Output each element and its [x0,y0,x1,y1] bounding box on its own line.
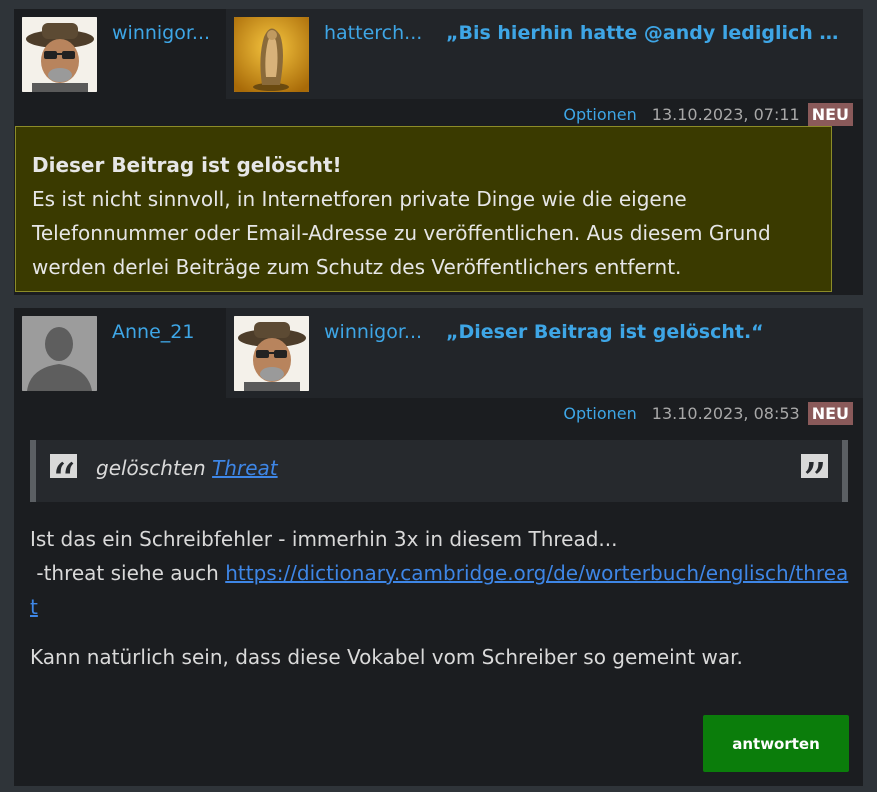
quote-prefix: gelöschten [96,456,206,480]
post-meta: Optionen 13.10.2023, 08:53 NEU [563,401,853,425]
reply-author-name[interactable]: winnigor... [324,321,428,343]
author-name[interactable]: Anne_21 [112,321,216,343]
user-avatar-hat-icon[interactable] [234,316,309,391]
quote-block: “ gelöschten Threat ” [30,440,848,502]
body-line: Ist das ein Schreibfehler - immerhin 3x … [30,527,618,551]
default-user-silhouette-icon[interactable] [22,316,97,391]
new-badge: NEU [807,102,853,126]
post-timestamp: 13.10.2023, 08:53 [651,403,800,423]
post-timestamp: 13.10.2023, 07:11 [651,104,800,124]
post-meta: Optionen 13.10.2023, 07:11 NEU [563,102,853,126]
body-paragraph: Kann natürlich sein, dass diese Vokabel … [30,645,743,669]
reply-quote-link[interactable]: „Dieser Beitrag ist gelöscht.“ [446,321,849,343]
quote-link[interactable]: Threat [212,456,278,480]
reply-context: winnigor... „Dieser Beitrag ist gelöscht… [226,308,863,398]
post-body: Ist das ein Schreibfehler - immerhin 3x … [30,522,850,674]
post-author: Anne_21 [14,308,226,398]
quote-close-icon: ” [801,454,828,478]
body-line-prefix: -threat siehe auch [30,561,226,585]
post-author: winnigor... [14,9,226,99]
quote-open-icon: “ [50,454,77,478]
deleted-title: Dieser Beitrag ist gelöscht! [32,153,342,177]
reply-quote-link[interactable]: „Bis hierhin hatte @andy lediglich m… [446,22,849,44]
forum-post: winnigor... hatterch... „Bis hierhin hat… [14,9,863,295]
reply-author-name[interactable]: hatterch... [324,22,428,44]
new-badge: NEU [807,401,853,425]
quote-text: gelöschten Threat [96,456,278,480]
options-link[interactable]: Optionen [563,404,636,423]
user-avatar-hat-icon[interactable] [22,17,97,92]
deleted-notice: Dieser Beitrag ist gelöscht! Es ist nich… [15,126,832,292]
deleted-text: Es ist nicht sinnvoll, in Internetforen … [32,187,771,279]
author-name[interactable]: winnigor... [112,22,216,44]
options-link[interactable]: Optionen [563,105,636,124]
trophy-figure-avatar-icon[interactable] [234,17,309,92]
body-line: -threat siehe auch https://dictionary.ca… [30,556,850,624]
reply-context: hatterch... „Bis hierhin hatte @andy led… [226,9,863,99]
reply-button[interactable]: antworten [703,715,849,772]
forum-post: Anne_21 winnigor... „Dieser Beitrag ist … [14,308,863,786]
